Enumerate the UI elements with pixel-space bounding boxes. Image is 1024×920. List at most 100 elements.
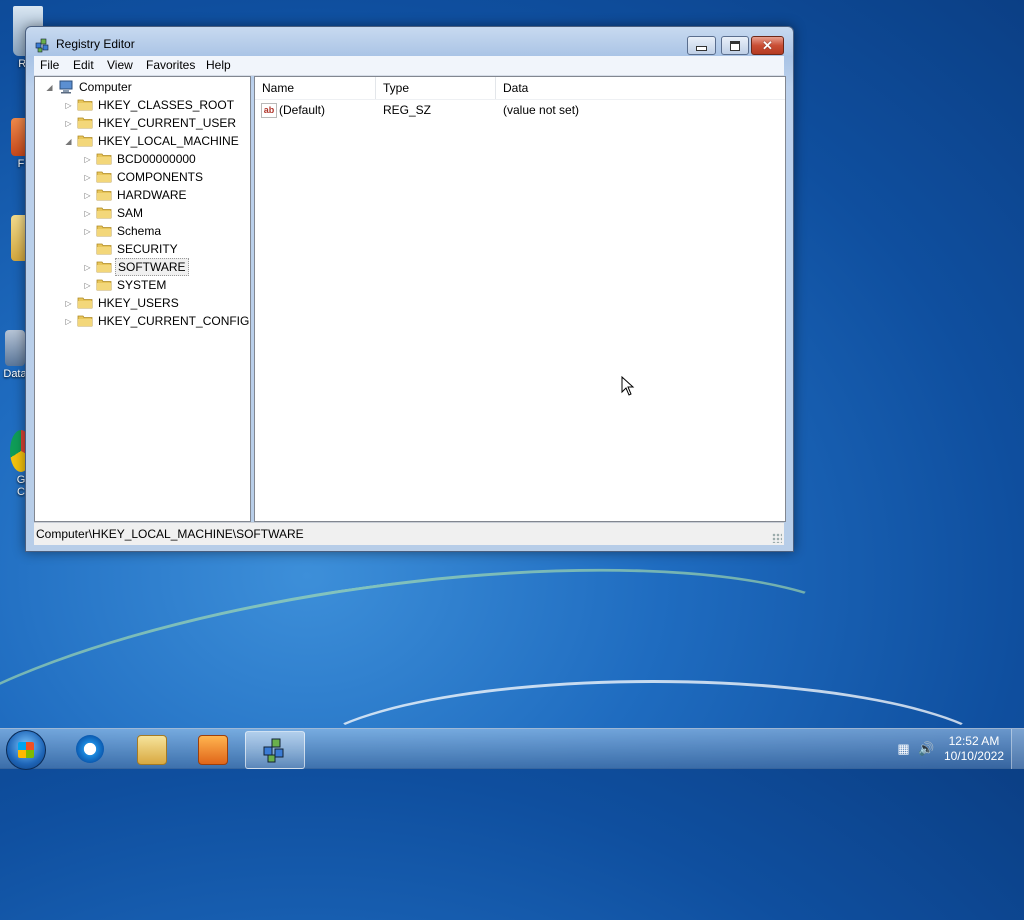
show-desktop-button[interactable] <box>1011 729 1024 769</box>
tree-node-label: SAM <box>117 206 144 220</box>
expand-arrow-icon[interactable]: ▷ <box>64 119 73 128</box>
tree-node-label: Schema <box>117 224 162 238</box>
tree-node[interactable]: ◢ HKEY_LOCAL_MACHINE <box>35 132 248 150</box>
regedit-icon <box>263 738 284 763</box>
expand-arrow-icon[interactable]: ▷ <box>83 209 92 218</box>
computer-icon <box>59 80 73 94</box>
tree-node[interactable]: ▷ HKEY_USERS <box>35 294 248 312</box>
tree-node-label: HKEY_CLASSES_ROOT <box>98 98 235 112</box>
tree-node-label: SECURITY <box>117 242 178 256</box>
folder-icon <box>96 261 112 273</box>
column-header-type[interactable]: Type <box>376 77 496 99</box>
column-header-data[interactable]: Data <box>496 77 783 99</box>
folder-icon <box>96 225 112 237</box>
tree-node-label: SYSTEM <box>117 278 167 292</box>
tree-node-label: HARDWARE <box>117 188 187 202</box>
folder-icon <box>77 135 93 147</box>
start-button-icon <box>18 742 34 758</box>
tree-node[interactable]: ▷ SYSTEM <box>35 276 248 294</box>
tree-node-label: Computer <box>79 80 132 94</box>
menu-help[interactable]: Help <box>203 58 234 72</box>
menu-view[interactable]: View <box>104 58 136 72</box>
status-path: Computer\HKEY_LOCAL_MACHINE\SOFTWARE <box>36 527 304 541</box>
taskbar-file-explorer[interactable] <box>122 731 180 767</box>
tree-node-label: HKEY_CURRENT_CONFIG <box>98 314 250 328</box>
tree-node[interactable]: ▷ COMPONENTS <box>35 168 248 186</box>
tree-node-label: HKEY_CURRENT_USER <box>98 116 237 130</box>
title-bar[interactable]: Registry Editor ✕ <box>26 27 793 57</box>
folder-icon <box>96 243 112 255</box>
clock-date: 10/10/2022 <box>943 749 1004 763</box>
tree-node[interactable]: ▷ SAM <box>35 204 248 222</box>
taskbar-internet-explorer[interactable] <box>61 731 119 767</box>
clock[interactable]: 12:52 AM 10/10/2022 <box>944 734 1004 764</box>
tree-node[interactable]: ▷ HKEY_CURRENT_USER <box>35 114 248 132</box>
close-icon: ✕ <box>762 38 773 53</box>
registry-editor-window: Registry Editor ✕ File Edit View Favorit… <box>25 26 794 552</box>
tree-node[interactable]: ▷ Schema <box>35 222 248 240</box>
internet-explorer-icon <box>76 735 104 763</box>
folder-icon <box>96 279 112 291</box>
folder-icon <box>96 207 112 219</box>
maximize-button[interactable] <box>721 36 749 55</box>
tree-node-computer[interactable]: ◢ Computer <box>35 78 248 96</box>
values-list-pane[interactable]: Name Type Data ab (Default) REG_SZ (valu… <box>254 76 786 522</box>
taskbar-media-player[interactable] <box>183 731 241 767</box>
collapse-arrow-icon[interactable]: ◢ <box>64 137 73 146</box>
collapse-arrow-icon[interactable]: ◢ <box>45 83 54 92</box>
expand-arrow-icon[interactable]: ▷ <box>64 299 73 308</box>
regedit-icon <box>35 38 49 53</box>
menu-edit[interactable]: Edit <box>70 58 97 72</box>
expand-arrow-icon[interactable]: ▷ <box>83 227 92 236</box>
tree-node-label: COMPONENTS <box>117 170 204 184</box>
file-explorer-icon <box>137 735 167 765</box>
start-button[interactable] <box>6 730 46 770</box>
volume-icon[interactable]: 🔊 <box>918 741 934 756</box>
desktop-icon-label: F <box>17 158 25 170</box>
value-name: (Default) <box>279 103 326 117</box>
taskbar-registry-editor[interactable] <box>245 731 305 769</box>
tree-node[interactable]: ▷ HKEY_CLASSES_ROOT <box>35 96 248 114</box>
minimize-icon <box>696 46 707 51</box>
expand-arrow-icon[interactable]: ▷ <box>64 101 73 110</box>
tree-node-label: BCD00000000 <box>117 152 196 166</box>
tree-node[interactable]: ▷ BCD00000000 <box>35 150 248 168</box>
list-item[interactable]: ab (Default) REG_SZ (value not set) <box>255 101 785 119</box>
folder-icon <box>96 189 112 201</box>
column-headers: Name Type Data <box>255 77 785 100</box>
folder-icon <box>77 315 93 327</box>
status-bar: Computer\HKEY_LOCAL_MACHINE\SOFTWARE <box>34 522 784 545</box>
desktop-icon-label: G C <box>16 474 26 498</box>
menu-file[interactable]: File <box>37 58 62 72</box>
resize-grip-icon[interactable] <box>772 533 782 543</box>
expand-arrow-icon[interactable]: ▷ <box>83 155 92 164</box>
expand-arrow-icon[interactable]: ▷ <box>83 263 92 272</box>
tree-node[interactable]: ▷ SOFTWARE <box>35 258 248 276</box>
tree-node-label: HKEY_LOCAL_MACHINE <box>98 134 239 148</box>
value-type: REG_SZ <box>383 103 432 117</box>
menu-bar: File Edit View Favorites Help <box>34 56 784 76</box>
minimize-button[interactable] <box>687 36 716 55</box>
tree-node[interactable]: SECURITY <box>35 240 248 258</box>
value-data: (value not set) <box>503 103 580 117</box>
expand-arrow-icon[interactable]: ▷ <box>83 281 92 290</box>
close-button[interactable]: ✕ <box>751 36 784 55</box>
tree-node[interactable]: ▷ HARDWARE <box>35 186 248 204</box>
folder-icon <box>96 153 112 165</box>
expand-arrow-icon[interactable]: ▷ <box>83 191 92 200</box>
menu-favorites[interactable]: Favorites <box>143 58 198 72</box>
maximize-icon <box>730 40 740 51</box>
folder-icon <box>77 99 93 111</box>
column-header-name[interactable]: Name <box>255 77 376 99</box>
folder-icon <box>77 117 93 129</box>
tree-node-label: SOFTWARE <box>115 258 189 276</box>
expand-arrow-icon[interactable]: ▷ <box>64 317 73 326</box>
clock-time: 12:52 AM <box>948 734 1000 748</box>
key-tree-pane[interactable]: ◢ Computer ▷ HKEY_CLASSES_ROOT ▷ HKEY_CURRE… <box>34 76 251 522</box>
system-tray: ▦ 🔊 12:52 AM 10/10/2022 <box>884 729 1024 769</box>
tree-node[interactable]: ▷ HKEY_CURRENT_CONFIG <box>35 312 250 330</box>
network-icon[interactable]: ▦ <box>896 741 911 756</box>
mouse-cursor-icon <box>621 376 635 396</box>
expand-arrow-icon[interactable]: ▷ <box>83 173 92 182</box>
tree-node-label: HKEY_USERS <box>98 296 179 310</box>
